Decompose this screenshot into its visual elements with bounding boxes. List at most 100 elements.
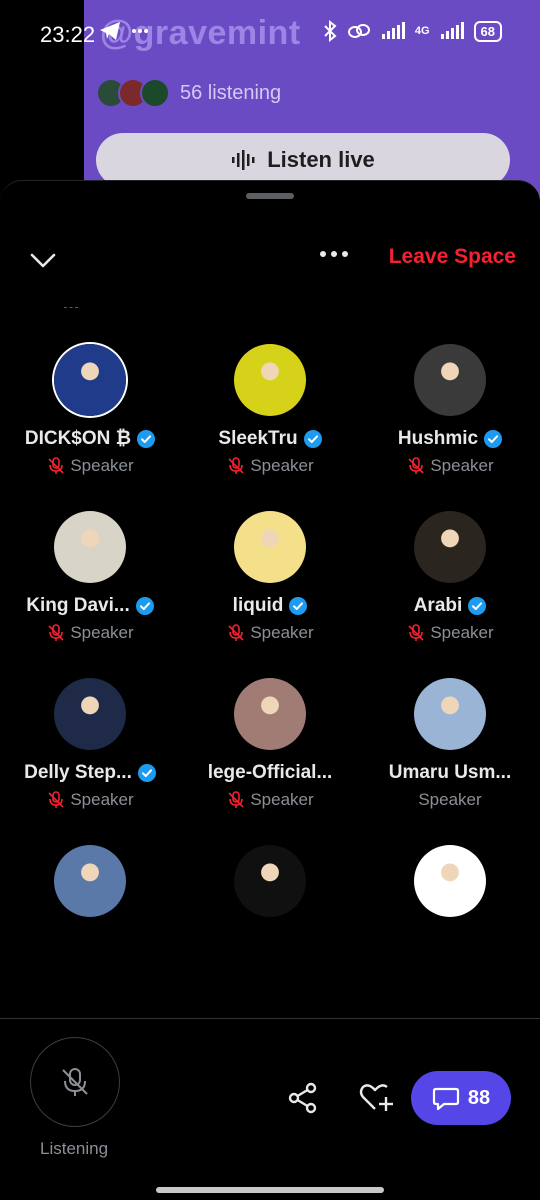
participant-role: Speaker bbox=[250, 790, 314, 809]
participant-name-row: lege-Official... bbox=[208, 762, 333, 784]
participants-grid: MK👑HostWeb3w...Co-hostW€B3DØ...Co-host DI… bbox=[0, 307, 540, 994]
participant-name-row: DICK$ON ₿ bbox=[25, 428, 156, 450]
sheet-grabber[interactable] bbox=[246, 193, 294, 199]
avatar[interactable] bbox=[54, 845, 126, 917]
collapse-chevron-icon[interactable] bbox=[28, 245, 58, 275]
avatar[interactable] bbox=[414, 344, 486, 416]
participant-card[interactable]: Web3w...Co-host bbox=[180, 307, 360, 326]
participant-card[interactable] bbox=[180, 845, 360, 994]
participant-name-row: Delly Step... bbox=[24, 762, 156, 784]
participant-role: Co-host bbox=[252, 307, 312, 309]
chat-button[interactable]: 88 bbox=[411, 1071, 511, 1125]
participant-role: Host bbox=[85, 307, 120, 311]
listener-avatars bbox=[96, 78, 170, 108]
participant-role-row: Speaker bbox=[46, 790, 134, 810]
avatar[interactable] bbox=[414, 511, 486, 583]
participant-name-row: King Davi... bbox=[26, 595, 154, 617]
avatar[interactable] bbox=[54, 511, 126, 583]
mic-off-icon bbox=[62, 1068, 88, 1096]
participant-role-row: Speaker bbox=[226, 623, 314, 643]
listen-live-label: Listen live bbox=[267, 147, 375, 172]
participant-role: Speaker bbox=[430, 456, 494, 475]
participant-card[interactable]: W€B3DØ...Co-host bbox=[360, 307, 540, 326]
participant-name: Umaru Usm... bbox=[388, 762, 512, 783]
participants-list[interactable]: MK👑HostWeb3w...Co-hostW€B3DØ...Co-host DI… bbox=[0, 307, 540, 1019]
verified-badge-icon bbox=[303, 430, 322, 448]
participant-card[interactable]: King Davi... Speaker bbox=[0, 511, 180, 660]
participant-name-row: liquid bbox=[233, 595, 308, 617]
avatar[interactable] bbox=[54, 344, 126, 416]
participant-name: Hushmic bbox=[397, 428, 479, 449]
participant-card[interactable]: Arabi Speaker bbox=[360, 511, 540, 660]
participant-card[interactable] bbox=[360, 845, 540, 994]
avatar[interactable] bbox=[234, 678, 306, 750]
participant-card[interactable]: lege-Official... Speaker bbox=[180, 678, 360, 827]
participant-role: Speaker bbox=[70, 790, 134, 809]
participant-role: Speaker bbox=[418, 790, 482, 809]
mic-muted-icon bbox=[228, 624, 244, 641]
participant-card[interactable]: SleekTru Speaker bbox=[180, 344, 360, 493]
verified-badge-icon bbox=[484, 430, 503, 448]
more-options-icon[interactable] bbox=[320, 251, 348, 257]
listening-count: 56 listening bbox=[180, 81, 282, 104]
leave-space-button[interactable]: Leave Space bbox=[389, 245, 516, 269]
avatar[interactable] bbox=[414, 678, 486, 750]
telegram-icon bbox=[100, 22, 120, 40]
mic-muted-icon bbox=[228, 791, 244, 808]
signal-icon bbox=[381, 22, 405, 39]
audio-wave-icon bbox=[232, 150, 255, 170]
react-heart-plus-icon[interactable] bbox=[358, 1081, 394, 1115]
signal-icon-2 bbox=[440, 22, 464, 39]
participant-name: Arabi bbox=[413, 595, 463, 616]
battery-icon: 68 bbox=[473, 20, 502, 42]
participant-name-row: Arabi bbox=[414, 595, 487, 617]
participant-card[interactable]: Hushmic Speaker bbox=[360, 344, 540, 493]
participant-card[interactable] bbox=[0, 845, 180, 994]
participant-name: SleekTru bbox=[218, 428, 298, 449]
participant-role: Speaker bbox=[70, 623, 134, 642]
speaking-bars-icon bbox=[63, 307, 78, 308]
participant-role: Speaker bbox=[250, 623, 314, 642]
participant-role: Speaker bbox=[430, 623, 494, 642]
participant-card[interactable]: liquid Speaker bbox=[180, 511, 360, 660]
verified-badge-icon bbox=[137, 764, 156, 782]
participant-name-row: Umaru Usm... bbox=[389, 762, 511, 784]
avatar[interactable] bbox=[54, 678, 126, 750]
participant-name: King Davi... bbox=[26, 595, 130, 616]
mic-muted-icon bbox=[408, 624, 424, 641]
participant-role: Co-host bbox=[432, 307, 492, 309]
mic-muted-icon bbox=[228, 457, 244, 474]
notification-icons bbox=[98, 20, 150, 42]
participant-role-row: Speaker bbox=[226, 790, 314, 810]
link-icon bbox=[347, 24, 370, 38]
home-indicator[interactable] bbox=[156, 1187, 384, 1193]
avatar[interactable] bbox=[234, 344, 306, 416]
verified-badge-icon bbox=[289, 597, 308, 615]
avatar[interactable] bbox=[414, 845, 486, 917]
avatar[interactable] bbox=[234, 845, 306, 917]
chat-bubble-icon bbox=[432, 1087, 459, 1111]
participant-name: Delly Step... bbox=[24, 762, 132, 783]
verified-badge-icon bbox=[135, 597, 154, 615]
more-notifications-icon bbox=[132, 29, 148, 33]
share-icon[interactable] bbox=[286, 1081, 320, 1115]
mic-toggle-button[interactable] bbox=[30, 1037, 120, 1127]
mic-muted-icon bbox=[408, 307, 428, 309]
listeners-summary: 56 listening bbox=[96, 78, 281, 108]
participant-card[interactable]: DICK$ON ₿ Speaker bbox=[0, 344, 180, 493]
status-bar: 23:22 4G 68 bbox=[0, 0, 540, 66]
participant-card[interactable]: Umaru Usm... Speaker bbox=[360, 678, 540, 827]
avatar[interactable] bbox=[234, 511, 306, 583]
participant-role-row: Co-host bbox=[408, 307, 492, 309]
participant-name-row: SleekTru bbox=[218, 428, 322, 450]
mic-muted-icon bbox=[228, 307, 248, 309]
participant-card[interactable]: MK👑Host bbox=[0, 307, 180, 326]
listen-live-button[interactable]: Listen live bbox=[96, 133, 510, 187]
participant-card[interactable]: Delly Step... Speaker bbox=[0, 678, 180, 827]
avatar bbox=[140, 78, 170, 108]
mic-muted-icon bbox=[408, 457, 424, 474]
participant-role-row: Speaker bbox=[406, 456, 494, 476]
mic-state-label: Listening bbox=[40, 1139, 109, 1158]
participant-role-row: Speaker bbox=[46, 456, 134, 476]
participant-role-row: Speaker bbox=[418, 790, 481, 810]
